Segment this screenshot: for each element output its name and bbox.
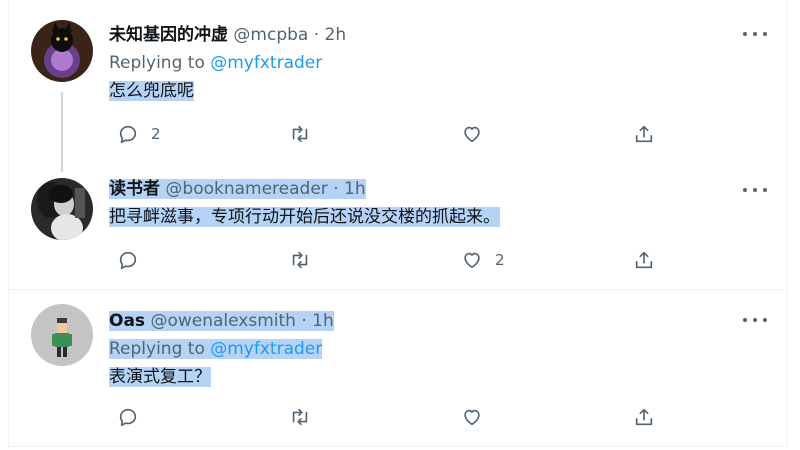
separator-dot: · [313,25,320,45]
more-icon-dot [753,188,757,192]
like-button[interactable] [461,403,495,431]
tweet[interactable]: 未知基因的冲虚 @mcpba · 2h Replying to @myfxtra… [9,0,787,172]
reply-button[interactable] [117,403,151,431]
like-icon [464,252,480,269]
replying-to-link[interactable]: @myfxtrader [210,339,322,359]
tweet-actions [109,403,669,431]
tweet-content: Oas @owenalexsmith · 1h Replying to @myf… [109,308,767,390]
retweet-icon [292,408,308,426]
separator-dot: · [333,179,339,199]
tweet-header: 读书者 @booknamereader · 1h [109,176,767,202]
thread-connector [61,92,63,172]
timeline: 未知基因的冲虚 @mcpba · 2h Replying to @myfxtra… [8,0,788,447]
more-button[interactable] [743,180,767,200]
timestamp[interactable]: 1h [344,179,366,199]
tweet-content: 读书者 @booknamereader · 1h 把寻衅滋事，专项行动开始后还说… [109,176,767,230]
like-button[interactable] [461,120,495,148]
more-icon-dot [753,32,757,36]
user-handle[interactable]: @booknamereader [165,179,327,199]
replying-to: Replying to @myfxtrader [109,50,767,76]
avatar[interactable] [31,20,93,82]
tweet-text-body: 怎么兜底呢 [109,81,194,101]
share-icon [635,125,653,143]
more-icon-dot [743,318,747,322]
share-button[interactable] [633,403,655,431]
user-handle[interactable]: @owenalexsmith [150,311,295,331]
retweet-icon [292,125,308,143]
tweet-text: 怎么兜底呢 [109,78,767,104]
timestamp[interactable]: 2h [325,25,347,45]
tweet-actions: 2 [109,120,669,148]
more-icon-dot [743,32,747,36]
reply-icon [119,408,137,427]
more-icon-dot [763,188,767,192]
tweet-text: 把寻衅滋事，专项行动开始后还说没交楼的抓起来。 [109,204,767,230]
more-button[interactable] [743,310,767,330]
tweet-content: 未知基因的冲虚 @mcpba · 2h Replying to @myfxtra… [109,22,767,104]
tweet-actions: 2 [109,246,669,274]
reply-icon [119,251,137,270]
reply-icon [119,125,137,144]
share-button[interactable] [633,120,655,148]
retweet-icon [292,251,308,269]
retweet-button[interactable] [289,403,323,431]
retweet-button[interactable] [289,120,323,148]
timestamp[interactable]: 1h [312,311,334,331]
tweet-text: 表演式复工？ [109,364,767,390]
share-icon [635,408,653,426]
display-name[interactable]: Oas [109,311,145,331]
display-name[interactable]: 读书者 [109,179,160,199]
reply-button[interactable]: 2 [117,120,161,148]
reply-button[interactable] [117,246,151,274]
display-name[interactable]: 未知基因的冲虚 [109,25,228,45]
replying-to: Replying to @myfxtrader [109,336,767,362]
tweet-text-body: 表演式复工？ [109,367,211,387]
like-icon [464,126,480,143]
replying-to-label: Replying to [109,339,211,359]
avatar[interactable] [31,304,93,366]
share-button[interactable] [633,246,655,274]
tweet-text-body: 把寻衅滋事，专项行动开始后还说没交楼的抓起来。 [109,207,500,227]
more-button[interactable] [743,24,767,44]
more-icon-dot [763,32,767,36]
share-icon [635,251,653,269]
tweet-header: Oas @owenalexsmith · 1h [109,308,767,334]
reply-count: 2 [151,125,161,143]
tweet[interactable]: 读书者 @booknamereader · 1h 把寻衅滋事，专项行动开始后还说… [9,168,787,288]
like-icon [464,409,480,426]
like-button[interactable]: 2 [461,246,505,274]
more-icon-dot [753,318,757,322]
user-handle[interactable]: @mcpba [233,25,308,45]
more-icon-dot [763,318,767,322]
replying-to-label: Replying to [109,53,211,73]
replying-to-link[interactable]: @myfxtrader [210,53,322,73]
retweet-button[interactable] [289,246,323,274]
like-count: 2 [495,251,505,269]
more-icon-dot [743,188,747,192]
avatar[interactable] [31,178,93,240]
tweet-header: 未知基因的冲虚 @mcpba · 2h [109,22,767,48]
tweet[interactable]: Oas @owenalexsmith · 1h Replying to @myf… [9,289,787,447]
separator-dot: · [301,311,307,331]
